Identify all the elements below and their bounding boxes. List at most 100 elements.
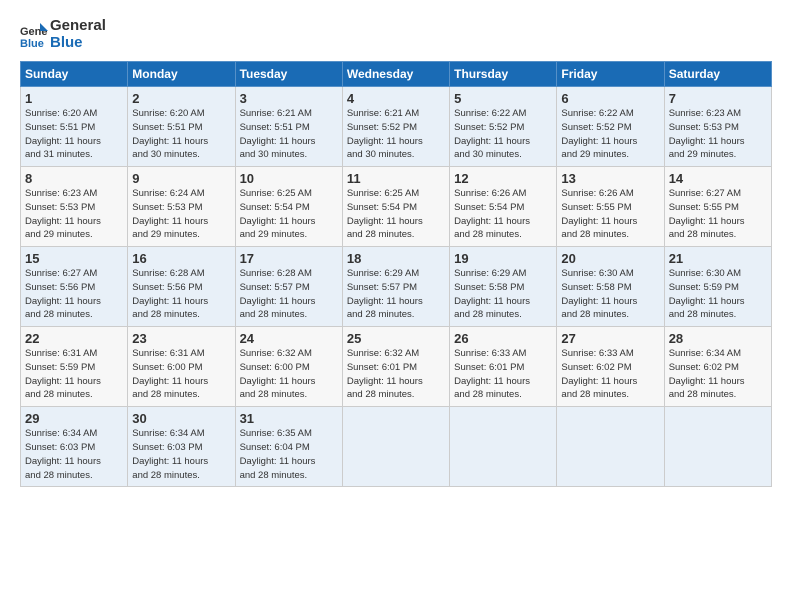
svg-text:Blue: Blue xyxy=(20,38,44,49)
day-info: Sunrise: 6:20 AM Sunset: 5:51 PM Dayligh… xyxy=(25,107,123,162)
day-info: Sunrise: 6:31 AM Sunset: 6:00 PM Dayligh… xyxy=(132,347,230,402)
day-cell: 8Sunrise: 6:23 AM Sunset: 5:53 PM Daylig… xyxy=(21,167,128,247)
day-info: Sunrise: 6:35 AM Sunset: 6:04 PM Dayligh… xyxy=(240,427,338,482)
logo-blue: Blue xyxy=(50,35,106,52)
day-cell xyxy=(342,407,449,487)
day-cell xyxy=(664,407,771,487)
header-cell-sunday: Sunday xyxy=(21,62,128,87)
day-number: 3 xyxy=(240,91,338,106)
calendar-body: 1Sunrise: 6:20 AM Sunset: 5:51 PM Daylig… xyxy=(21,87,772,487)
day-cell: 18Sunrise: 6:29 AM Sunset: 5:57 PM Dayli… xyxy=(342,247,449,327)
week-row-4: 22Sunrise: 6:31 AM Sunset: 5:59 PM Dayli… xyxy=(21,327,772,407)
day-cell: 1Sunrise: 6:20 AM Sunset: 5:51 PM Daylig… xyxy=(21,87,128,167)
day-number: 26 xyxy=(454,331,552,346)
day-cell: 7Sunrise: 6:23 AM Sunset: 5:53 PM Daylig… xyxy=(664,87,771,167)
logo-icon: General Blue xyxy=(20,21,48,49)
day-number: 19 xyxy=(454,251,552,266)
day-info: Sunrise: 6:34 AM Sunset: 6:02 PM Dayligh… xyxy=(669,347,767,402)
day-number: 24 xyxy=(240,331,338,346)
day-info: Sunrise: 6:27 AM Sunset: 5:55 PM Dayligh… xyxy=(669,187,767,242)
day-number: 4 xyxy=(347,91,445,106)
day-number: 22 xyxy=(25,331,123,346)
day-info: Sunrise: 6:32 AM Sunset: 6:00 PM Dayligh… xyxy=(240,347,338,402)
day-number: 6 xyxy=(561,91,659,106)
header: General Blue General Blue xyxy=(20,18,772,51)
header-cell-friday: Friday xyxy=(557,62,664,87)
day-cell: 27Sunrise: 6:33 AM Sunset: 6:02 PM Dayli… xyxy=(557,327,664,407)
day-number: 5 xyxy=(454,91,552,106)
day-cell: 17Sunrise: 6:28 AM Sunset: 5:57 PM Dayli… xyxy=(235,247,342,327)
day-cell: 10Sunrise: 6:25 AM Sunset: 5:54 PM Dayli… xyxy=(235,167,342,247)
header-cell-monday: Monday xyxy=(128,62,235,87)
day-cell: 14Sunrise: 6:27 AM Sunset: 5:55 PM Dayli… xyxy=(664,167,771,247)
header-cell-tuesday: Tuesday xyxy=(235,62,342,87)
day-cell: 4Sunrise: 6:21 AM Sunset: 5:52 PM Daylig… xyxy=(342,87,449,167)
day-number: 10 xyxy=(240,171,338,186)
day-cell xyxy=(450,407,557,487)
day-number: 1 xyxy=(25,91,123,106)
day-number: 12 xyxy=(454,171,552,186)
day-number: 9 xyxy=(132,171,230,186)
day-cell: 13Sunrise: 6:26 AM Sunset: 5:55 PM Dayli… xyxy=(557,167,664,247)
day-cell: 15Sunrise: 6:27 AM Sunset: 5:56 PM Dayli… xyxy=(21,247,128,327)
calendar-table: SundayMondayTuesdayWednesdayThursdayFrid… xyxy=(20,61,772,487)
day-info: Sunrise: 6:27 AM Sunset: 5:56 PM Dayligh… xyxy=(25,267,123,322)
day-info: Sunrise: 6:26 AM Sunset: 5:54 PM Dayligh… xyxy=(454,187,552,242)
day-info: Sunrise: 6:25 AM Sunset: 5:54 PM Dayligh… xyxy=(240,187,338,242)
day-info: Sunrise: 6:34 AM Sunset: 6:03 PM Dayligh… xyxy=(132,427,230,482)
day-cell: 11Sunrise: 6:25 AM Sunset: 5:54 PM Dayli… xyxy=(342,167,449,247)
day-info: Sunrise: 6:25 AM Sunset: 5:54 PM Dayligh… xyxy=(347,187,445,242)
day-cell: 25Sunrise: 6:32 AM Sunset: 6:01 PM Dayli… xyxy=(342,327,449,407)
day-info: Sunrise: 6:31 AM Sunset: 5:59 PM Dayligh… xyxy=(25,347,123,402)
calendar-header: SundayMondayTuesdayWednesdayThursdayFrid… xyxy=(21,62,772,87)
day-cell: 22Sunrise: 6:31 AM Sunset: 5:59 PM Dayli… xyxy=(21,327,128,407)
day-info: Sunrise: 6:30 AM Sunset: 5:58 PM Dayligh… xyxy=(561,267,659,322)
day-number: 11 xyxy=(347,171,445,186)
day-info: Sunrise: 6:33 AM Sunset: 6:01 PM Dayligh… xyxy=(454,347,552,402)
week-row-1: 1Sunrise: 6:20 AM Sunset: 5:51 PM Daylig… xyxy=(21,87,772,167)
day-number: 29 xyxy=(25,411,123,426)
day-cell: 3Sunrise: 6:21 AM Sunset: 5:51 PM Daylig… xyxy=(235,87,342,167)
day-info: Sunrise: 6:20 AM Sunset: 5:51 PM Dayligh… xyxy=(132,107,230,162)
day-cell: 26Sunrise: 6:33 AM Sunset: 6:01 PM Dayli… xyxy=(450,327,557,407)
day-info: Sunrise: 6:22 AM Sunset: 5:52 PM Dayligh… xyxy=(454,107,552,162)
day-number: 8 xyxy=(25,171,123,186)
day-info: Sunrise: 6:26 AM Sunset: 5:55 PM Dayligh… xyxy=(561,187,659,242)
day-number: 18 xyxy=(347,251,445,266)
day-info: Sunrise: 6:24 AM Sunset: 5:53 PM Dayligh… xyxy=(132,187,230,242)
day-info: Sunrise: 6:32 AM Sunset: 6:01 PM Dayligh… xyxy=(347,347,445,402)
day-cell: 30Sunrise: 6:34 AM Sunset: 6:03 PM Dayli… xyxy=(128,407,235,487)
day-number: 13 xyxy=(561,171,659,186)
day-number: 7 xyxy=(669,91,767,106)
day-number: 21 xyxy=(669,251,767,266)
day-number: 2 xyxy=(132,91,230,106)
day-cell: 28Sunrise: 6:34 AM Sunset: 6:02 PM Dayli… xyxy=(664,327,771,407)
day-cell: 20Sunrise: 6:30 AM Sunset: 5:58 PM Dayli… xyxy=(557,247,664,327)
day-info: Sunrise: 6:34 AM Sunset: 6:03 PM Dayligh… xyxy=(25,427,123,482)
week-row-3: 15Sunrise: 6:27 AM Sunset: 5:56 PM Dayli… xyxy=(21,247,772,327)
day-cell: 29Sunrise: 6:34 AM Sunset: 6:03 PM Dayli… xyxy=(21,407,128,487)
page: General Blue General Blue SundayMondayTu… xyxy=(0,0,792,497)
header-cell-saturday: Saturday xyxy=(664,62,771,87)
day-info: Sunrise: 6:23 AM Sunset: 5:53 PM Dayligh… xyxy=(25,187,123,242)
day-cell: 9Sunrise: 6:24 AM Sunset: 5:53 PM Daylig… xyxy=(128,167,235,247)
day-info: Sunrise: 6:29 AM Sunset: 5:57 PM Dayligh… xyxy=(347,267,445,322)
day-number: 17 xyxy=(240,251,338,266)
logo: General Blue General Blue xyxy=(20,18,106,51)
day-number: 31 xyxy=(240,411,338,426)
day-cell: 31Sunrise: 6:35 AM Sunset: 6:04 PM Dayli… xyxy=(235,407,342,487)
day-number: 16 xyxy=(132,251,230,266)
day-cell: 6Sunrise: 6:22 AM Sunset: 5:52 PM Daylig… xyxy=(557,87,664,167)
day-cell: 12Sunrise: 6:26 AM Sunset: 5:54 PM Dayli… xyxy=(450,167,557,247)
header-cell-wednesday: Wednesday xyxy=(342,62,449,87)
day-info: Sunrise: 6:28 AM Sunset: 5:57 PM Dayligh… xyxy=(240,267,338,322)
day-cell: 21Sunrise: 6:30 AM Sunset: 5:59 PM Dayli… xyxy=(664,247,771,327)
day-number: 15 xyxy=(25,251,123,266)
day-cell: 16Sunrise: 6:28 AM Sunset: 5:56 PM Dayli… xyxy=(128,247,235,327)
header-row: SundayMondayTuesdayWednesdayThursdayFrid… xyxy=(21,62,772,87)
day-cell: 2Sunrise: 6:20 AM Sunset: 5:51 PM Daylig… xyxy=(128,87,235,167)
day-number: 30 xyxy=(132,411,230,426)
day-info: Sunrise: 6:30 AM Sunset: 5:59 PM Dayligh… xyxy=(669,267,767,322)
day-cell xyxy=(557,407,664,487)
header-cell-thursday: Thursday xyxy=(450,62,557,87)
